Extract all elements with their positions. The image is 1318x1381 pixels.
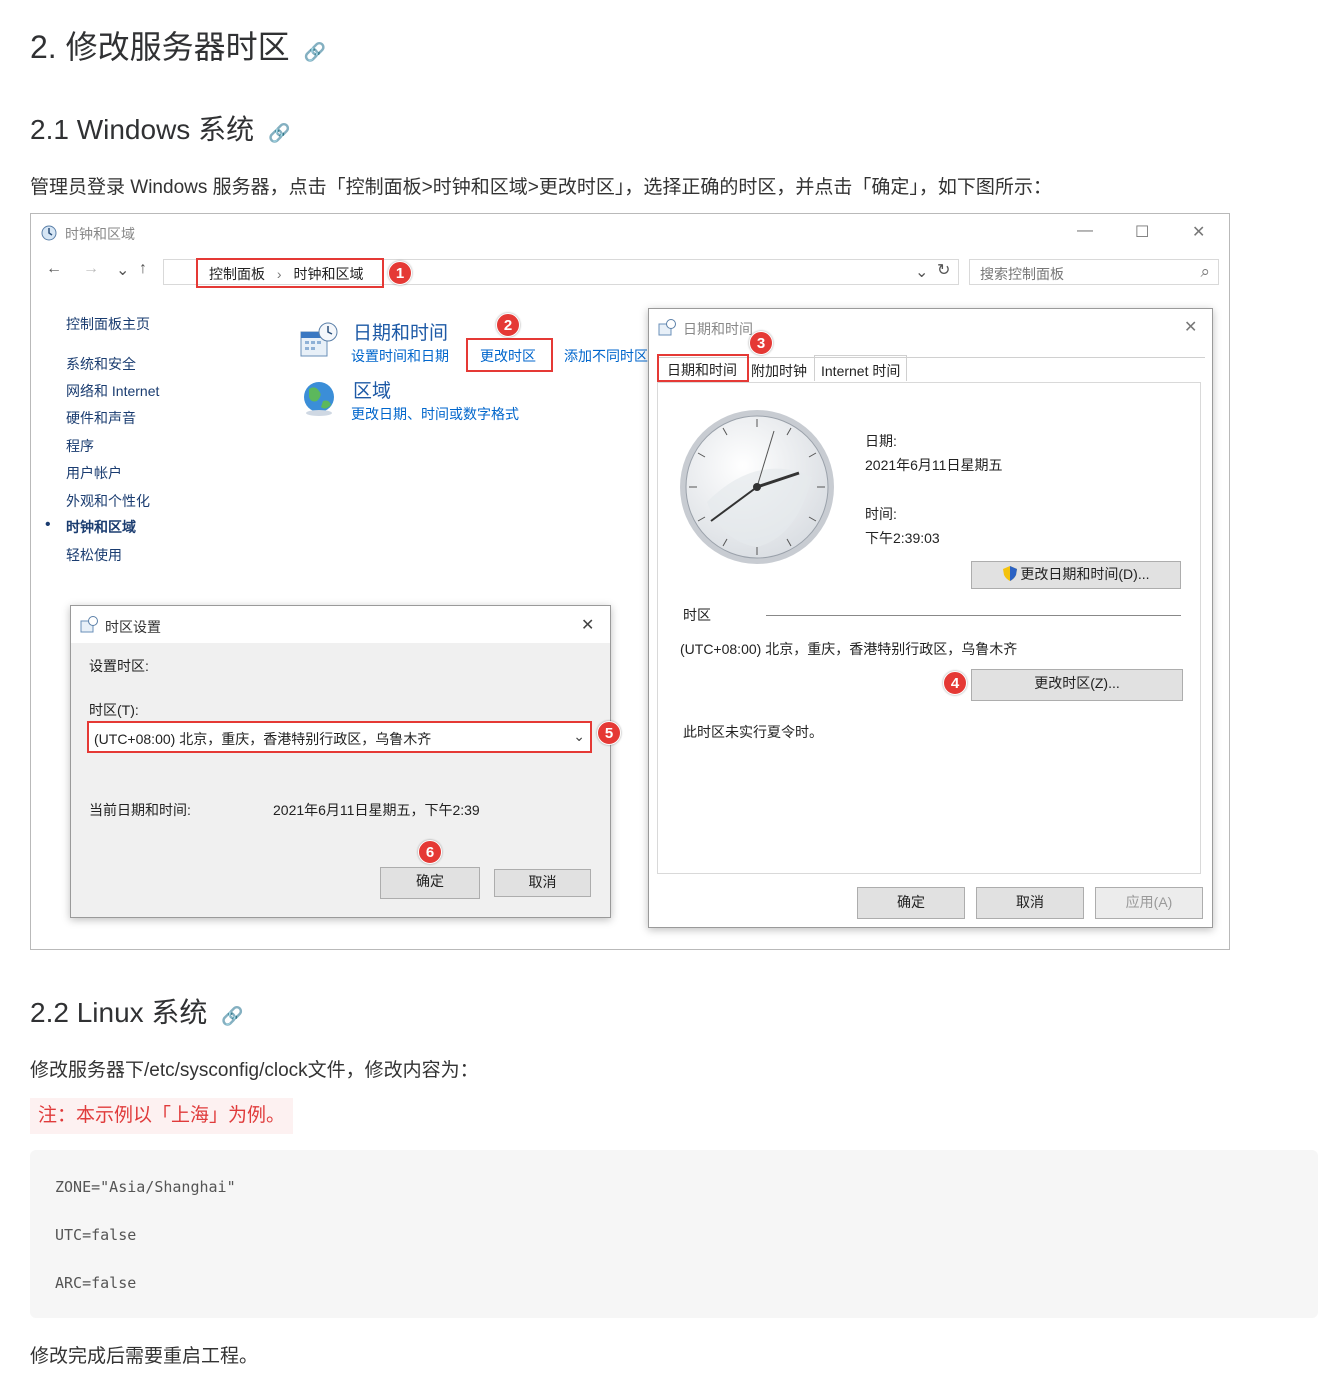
timezone-section-label: 时区 — [683, 607, 711, 623]
timezone-dialog: 时区设置 ✕ 设置时区: 时区(T): (UTC+08:00) 北京，重庆，香港… — [70, 605, 621, 918]
change-datetime-button[interactable]: 更改日期和时间(D)... — [971, 561, 1181, 589]
minimize-icon[interactable]: — — [1077, 222, 1093, 240]
timezone-select[interactable]: (UTC+08:00) 北京，重庆，香港特别行政区，乌鲁木齐 ⌄ — [87, 721, 592, 753]
uac-shield-icon — [1002, 566, 1017, 581]
search-input[interactable]: 搜索控制面板 ⌕ — [969, 259, 1219, 285]
tab-internet-time[interactable]: Internet 时间 — [814, 355, 908, 381]
chevron-down-icon[interactable]: ⌄ — [573, 728, 585, 745]
sidebar-item-clock-region[interactable]: 时钟和区域 — [66, 517, 136, 537]
close-icon[interactable]: ✕ — [1192, 222, 1205, 242]
link-change-timezone[interactable]: 更改时区 — [480, 346, 536, 366]
breadcrumb-separator-icon: › — [276, 266, 282, 282]
change-timezone-button[interactable]: 更改时区(Z)... — [971, 669, 1183, 701]
tab-additional-clocks[interactable]: 附加时钟 — [751, 361, 807, 381]
globe-icon — [304, 382, 334, 416]
breadcrumb-control-panel[interactable]: 控制面板 — [209, 266, 265, 282]
analog-clock-icon — [680, 410, 834, 564]
timezone-value: (UTC+08:00) 北京，重庆，香港特别行政区，乌鲁木齐 — [680, 641, 1018, 657]
cancel-button[interactable]: 取消 — [976, 887, 1084, 919]
close-icon[interactable]: ✕ — [581, 615, 594, 635]
search-icon[interactable]: ⌕ — [1200, 262, 1210, 282]
cancel-button[interactable]: 取消 — [494, 869, 591, 897]
section-title: 2. 修改服务器时区 🔗 — [30, 22, 326, 68]
timezone-select-value: (UTC+08:00) 北京，重庆，香港特别行政区，乌鲁木齐 — [94, 731, 432, 747]
windows-screenshot: 时钟和区域 — ☐ ✕ ← → ⌄ ↑ 控制面板 › 时钟和区域 1 ⌄ ↻ 搜… — [30, 213, 1230, 950]
sidebar-item-ease-of-access[interactable]: 轻松使用 — [66, 545, 122, 565]
active-bullet-icon: • — [45, 516, 51, 533]
windows-heading: 2.1 Windows 系统 🔗 — [30, 108, 291, 148]
back-icon[interactable]: ← — [46, 260, 62, 278]
linux-intro: 修改服务器下/etc/sysconfig/clock文件，修改内容为： — [30, 1060, 479, 1081]
ok-button[interactable]: 确定 — [380, 867, 480, 899]
link-icon[interactable]: 🔗 — [304, 42, 326, 62]
step-badge-3: 3 — [749, 331, 773, 355]
sidebar-item-network[interactable]: 网络和 Internet — [66, 381, 159, 401]
date-label: 日期: — [865, 433, 897, 449]
address-dropdown-icon[interactable]: ⌄ — [915, 262, 928, 282]
step-badge-6: 6 — [418, 840, 442, 864]
dst-note: 此时区未实行夏令时。 — [683, 724, 823, 740]
change-datetime-label: 更改日期和时间(D)... — [1020, 566, 1150, 582]
sidebar-item-hardware[interactable]: 硬件和声音 — [66, 408, 136, 428]
chevron-down-icon[interactable]: ⌄ — [116, 260, 129, 280]
step-badge-1: 1 — [388, 261, 412, 285]
close-icon[interactable]: ✕ — [1184, 317, 1197, 337]
step-badge-5: 5 — [597, 721, 621, 745]
code-block: ZONE="Asia/Shanghai" UTC=false ARC=false — [30, 1150, 1318, 1318]
clock-region-icon — [41, 225, 57, 241]
datetime-dialog-title: 日期和时间 — [683, 321, 753, 337]
up-icon[interactable]: ↑ — [139, 260, 147, 278]
category-region-title[interactable]: 区域 — [353, 376, 391, 403]
step-badge-4: 4 — [943, 671, 967, 695]
datetime-dialog: 日期和时间 ✕ 日期和时间 附加时钟 Internet 时间 3 日期: 202… — [648, 308, 1213, 928]
section-divider — [766, 615, 1181, 616]
current-datetime-value: 2021年6月11日星期五，下午2:39 — [273, 802, 480, 818]
linux-heading-text: 2.2 Linux 系统 — [30, 997, 208, 1028]
calendar-clock-icon — [300, 322, 338, 357]
link-set-time-date[interactable]: 设置时间和日期 — [351, 346, 449, 366]
timezone-dialog-icon — [80, 616, 98, 633]
datetime-dialog-icon — [658, 319, 676, 336]
section-title-text: 2. 修改服务器时区 — [30, 29, 290, 65]
sidebar-item-programs[interactable]: 程序 — [66, 436, 94, 456]
category-datetime-title[interactable]: 日期和时间 — [353, 318, 448, 345]
ok-button[interactable]: 确定 — [857, 887, 965, 919]
linux-heading: 2.2 Linux 系统 🔗 — [30, 991, 244, 1031]
search-placeholder: 搜索控制面板 — [980, 266, 1064, 282]
link-icon[interactable]: 🔗 — [268, 123, 290, 143]
breadcrumb: 控制面板 › 时钟和区域 — [209, 264, 363, 284]
breadcrumb-clock-region[interactable]: 时钟和区域 — [293, 266, 363, 282]
step-badge-2: 2 — [496, 313, 520, 337]
current-datetime-label: 当前日期和时间: — [89, 802, 191, 818]
sidebar-item-system-security[interactable]: 系统和安全 — [66, 354, 136, 374]
forward-icon[interactable]: → — [83, 260, 99, 278]
code-line: ARC=false — [55, 1274, 137, 1292]
timezone-field-label: 时区(T): — [89, 702, 139, 718]
windows-intro: 管理员登录 Windows 服务器，点击「控制面板>时钟和区域>更改时区」，选择… — [30, 177, 1052, 198]
date-value: 2021年6月11日星期五 — [865, 457, 1003, 473]
window-title: 时钟和区域 — [65, 226, 135, 242]
set-timezone-label: 设置时区: — [89, 658, 149, 674]
link-icon[interactable]: 🔗 — [221, 1006, 243, 1026]
ending-paragraph: 修改完成后需要重启工程。 — [30, 1346, 259, 1367]
refresh-icon[interactable]: ↻ — [937, 260, 950, 280]
sidebar-item-user-accounts[interactable]: 用户帐户 — [66, 463, 122, 483]
sidebar-item-appearance[interactable]: 外观和个性化 — [66, 491, 150, 511]
sidebar-item-home[interactable]: 控制面板主页 — [66, 314, 150, 334]
code-line: ZONE="Asia/Shanghai" — [55, 1178, 236, 1196]
timezone-dialog-title: 时区设置 — [105, 619, 161, 635]
time-label: 时间: — [865, 506, 897, 522]
link-change-formats[interactable]: 更改日期、时间或数字格式 — [351, 404, 519, 424]
code-line: UTC=false — [55, 1226, 137, 1244]
note-callout: 注：本示例以「上海」为例。 — [30, 1098, 294, 1134]
tab-datetime[interactable]: 日期和时间 — [657, 354, 749, 382]
link-add-clocks[interactable]: 添加不同时区 — [564, 346, 649, 366]
apply-button[interactable]: 应用(A) — [1095, 887, 1203, 919]
time-value: 下午2:39:03 — [865, 530, 940, 546]
windows-heading-text: 2.1 Windows 系统 — [30, 114, 255, 145]
maximize-icon[interactable]: ☐ — [1135, 222, 1149, 242]
